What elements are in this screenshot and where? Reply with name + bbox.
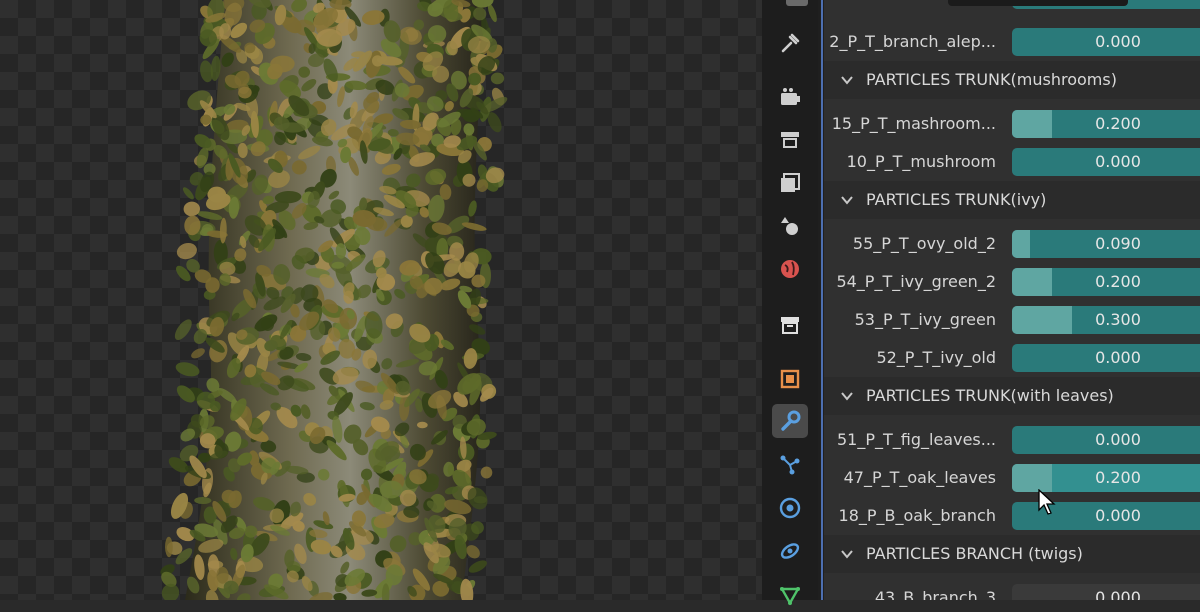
value-slider[interactable]: 0.000 xyxy=(1012,28,1200,56)
property-label: 43_B_branch_3 xyxy=(874,588,996,600)
tab-physics[interactable] xyxy=(772,491,808,525)
tab-view-layer[interactable] xyxy=(772,166,808,200)
panel-section-header[interactable]: PARTICLES BRANCH (twigs) xyxy=(824,535,1200,573)
value-slider[interactable]: 0.090 xyxy=(1012,230,1200,258)
section-title: PARTICLES BRANCH (twigs) xyxy=(866,544,1083,563)
property-row: 54_P_T_ivy_green_2 0.200 xyxy=(824,263,1200,301)
slider-value: 0.200 xyxy=(1095,272,1141,291)
section-title: PARTICLES TRUNK(with leaves) xyxy=(866,386,1114,405)
value-slider[interactable]: 0.000 xyxy=(1012,148,1200,176)
property-row: 51_P_T_fig_leaves... 0.000 xyxy=(824,421,1200,459)
physics-icon xyxy=(779,497,801,519)
slider-value: 0.200 xyxy=(1095,468,1141,487)
tab-scene[interactable] xyxy=(772,209,808,243)
tab-constraints[interactable] xyxy=(772,534,808,568)
chevron-down-icon xyxy=(841,76,853,85)
ivy-trunk-render xyxy=(160,0,508,600)
tab-collection[interactable] xyxy=(772,308,808,342)
property-label: 2_P_T_branch_alep... xyxy=(829,32,996,51)
property-row: 53_P_T_ivy_green 0.300 xyxy=(824,301,1200,339)
tabbar-header-button[interactable] xyxy=(786,0,808,6)
value-slider[interactable]: 0.200 xyxy=(1012,110,1200,138)
slider-value: 0.000 xyxy=(1095,152,1141,171)
property-row: 47_P_T_oak_leaves 0.200 xyxy=(824,459,1200,497)
section-title: PARTICLES TRUNK(mushrooms) xyxy=(866,70,1117,89)
property-row: 55_P_T_ovy_old_2 0.090 xyxy=(824,225,1200,263)
3d-viewport[interactable] xyxy=(0,0,762,600)
tab-tool[interactable] xyxy=(772,26,808,60)
value-slider[interactable]: 0.300 xyxy=(1012,306,1200,334)
property-label: 52_P_T_ivy_old xyxy=(876,348,996,367)
property-row: 10_P_T_mushroom 0.000 xyxy=(824,143,1200,181)
particles-icon xyxy=(780,455,800,475)
chevron-down-icon xyxy=(841,392,853,401)
chevron-down-icon xyxy=(841,550,853,559)
property-label: 51_P_T_fig_leaves... xyxy=(836,430,996,449)
world-icon xyxy=(781,260,799,278)
constraints-icon xyxy=(780,543,800,559)
slider-value: 0.000 xyxy=(1095,348,1141,367)
property-label: 15_P_T_mashroom... xyxy=(831,114,996,133)
property-label: 10_P_T_mushroom xyxy=(846,152,996,171)
value-slider[interactable]: 0.000 xyxy=(1012,426,1200,454)
properties-panel: 2_P_T_branch_alep... 0.000 PARTICLES TRUNK… xyxy=(824,0,1200,600)
property-row: 43_B_branch_3 0.000 xyxy=(824,579,1200,600)
scene-icon xyxy=(781,217,798,235)
property-label: 47_P_T_oak_leaves xyxy=(843,468,996,487)
panel-top-strip xyxy=(948,0,1128,6)
render-icon xyxy=(781,88,800,105)
panel-section-header[interactable]: PARTICLES TRUNK(mushrooms) xyxy=(824,61,1200,99)
value-slider[interactable]: 0.000 xyxy=(1012,584,1200,600)
tab-object[interactable] xyxy=(772,362,808,396)
panel-section-header[interactable]: PARTICLES TRUNK(ivy) xyxy=(824,181,1200,219)
object-icon xyxy=(780,369,800,389)
tab-output[interactable] xyxy=(772,122,808,156)
value-slider[interactable]: 0.200 xyxy=(1012,268,1200,296)
tab-data[interactable] xyxy=(772,578,808,612)
view-layer-icon xyxy=(781,173,800,192)
slider-value: 0.090 xyxy=(1095,234,1141,253)
property-row: 15_P_T_mashroom... 0.200 xyxy=(824,105,1200,143)
property-label: 54_P_T_ivy_green_2 xyxy=(836,272,996,291)
output-icon xyxy=(781,132,799,148)
slider-value: 0.000 xyxy=(1095,430,1141,449)
slider-value: 0.300 xyxy=(1095,310,1141,329)
tool-icon xyxy=(781,33,800,53)
property-label: 53_P_T_ivy_green xyxy=(854,310,996,329)
region-divider-accent xyxy=(821,0,823,600)
panel-section-header[interactable]: PARTICLES TRUNK(with leaves) xyxy=(824,377,1200,415)
collection-icon xyxy=(781,317,799,334)
property-label: 55_P_T_ovy_old_2 xyxy=(852,234,996,253)
value-slider[interactable]: 0.000 xyxy=(1012,344,1200,372)
chevron-down-icon xyxy=(841,196,853,205)
tab-modifier[interactable] xyxy=(772,404,808,438)
mouse-cursor-icon xyxy=(1038,489,1056,515)
slider-value: 0.000 xyxy=(1095,32,1141,51)
data-icon xyxy=(779,587,801,606)
tab-world[interactable] xyxy=(772,252,808,286)
section-title: PARTICLES TRUNK(ivy) xyxy=(866,190,1047,209)
slider-value: 0.200 xyxy=(1095,114,1141,133)
slider-value: 0.000 xyxy=(1095,588,1141,600)
property-row: 2_P_T_branch_alep... 0.000 xyxy=(824,23,1200,61)
tab-particles[interactable] xyxy=(772,448,808,482)
tab-render[interactable] xyxy=(772,80,808,114)
property-row: 52_P_T_ivy_old 0.000 xyxy=(824,339,1200,377)
property-label: 18_P_B_oak_branch xyxy=(838,506,996,525)
modifier-icon xyxy=(781,410,801,431)
property-row: 18_P_B_oak_branch 0.000 xyxy=(824,497,1200,535)
properties-tab-bar xyxy=(762,0,818,606)
value-slider[interactable]: 0.200 xyxy=(1012,464,1200,492)
